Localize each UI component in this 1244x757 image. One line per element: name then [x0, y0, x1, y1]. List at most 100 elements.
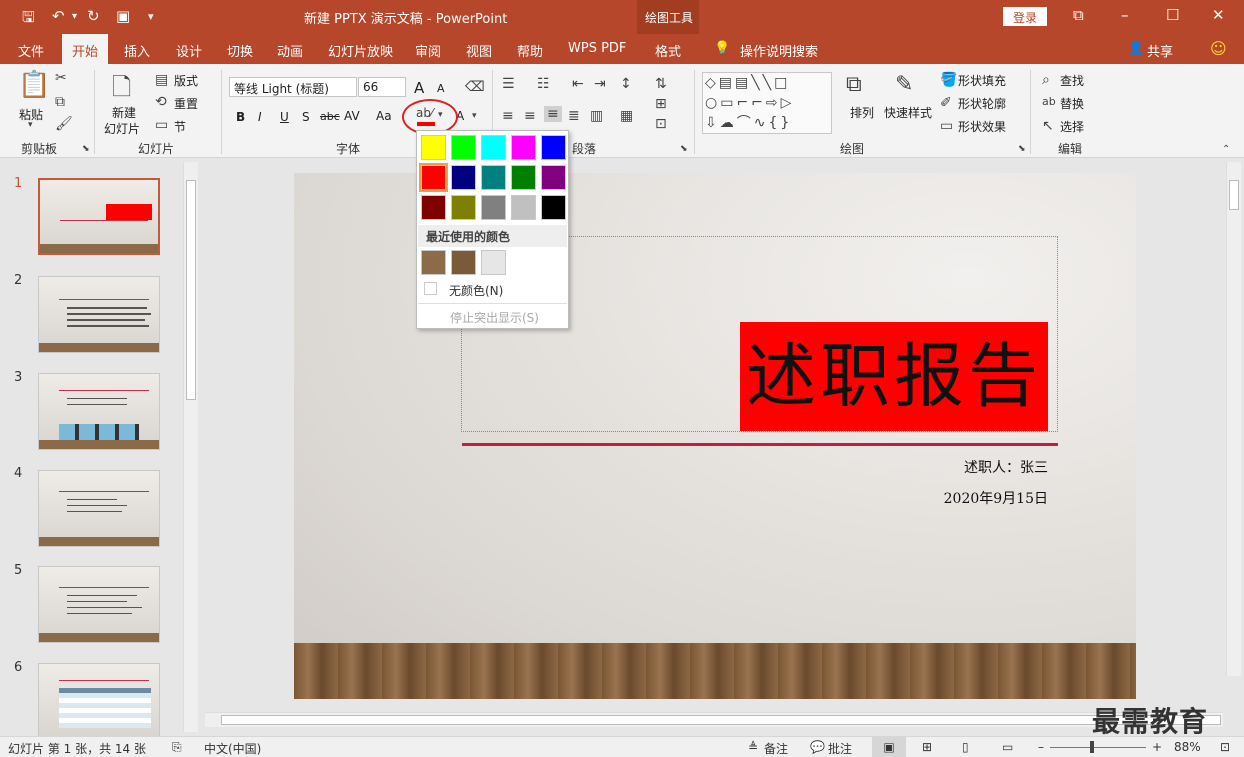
align-center-icon[interactable]: ≡ [524, 108, 536, 124]
font-color-dropdown-icon[interactable]: ▾ [472, 111, 477, 121]
grow-font-button[interactable]: A [414, 79, 424, 97]
paragraph-launcher-icon[interactable]: ⬊ [680, 144, 688, 154]
color-swatch[interactable] [481, 195, 506, 220]
zoom-slider-thumb[interactable] [1090, 741, 1094, 753]
distribute-icon[interactable]: ▥ [590, 108, 603, 124]
notes-icon[interactable]: ≜ [748, 740, 758, 754]
color-swatch[interactable] [451, 195, 476, 220]
accessibility-icon[interactable]: ⎘ [172, 740, 182, 755]
numbering-icon[interactable]: ☷ [537, 76, 550, 92]
reset-icon[interactable]: ⟲ [155, 94, 167, 110]
close-icon[interactable]: ✕ [1212, 6, 1225, 24]
color-swatch[interactable] [419, 163, 448, 192]
color-swatch[interactable] [481, 165, 506, 190]
slide-thumbnail-5[interactable] [38, 566, 160, 643]
color-swatch[interactable] [541, 165, 566, 190]
fit-slide-icon[interactable]: ⊡ [1220, 740, 1230, 754]
zoom-slider[interactable] [1050, 747, 1146, 748]
tab-format[interactable]: 格式 [655, 41, 681, 60]
quick-styles-button[interactable]: 快速样式 [884, 104, 932, 121]
ribbon-display-icon[interactable]: ⧉ [1073, 6, 1084, 24]
italic-button[interactable]: I [258, 110, 262, 124]
collapse-ribbon-icon[interactable]: ⌃ [1222, 144, 1230, 155]
decrease-indent-icon[interactable]: ⇤ [572, 76, 584, 92]
quick-styles-icon[interactable]: ✎ [895, 72, 913, 97]
arrange-icon[interactable]: ⧉ [846, 72, 862, 97]
maximize-icon[interactable]: ☐ [1166, 6, 1179, 24]
tab-wps-pdf[interactable]: WPS PDF [568, 41, 626, 56]
tab-insert[interactable]: 插入 [124, 41, 150, 60]
reset-button[interactable]: 重置 [174, 95, 198, 112]
columns-icon[interactable]: ▦ [620, 108, 633, 124]
slide-thumbnail-6[interactable] [38, 663, 160, 740]
paste-icon[interactable]: 📋 [18, 70, 50, 100]
replace-icon[interactable]: ab [1042, 95, 1056, 108]
save-icon[interactable]: 🖫 [22, 7, 35, 32]
justify-icon[interactable]: ≣ [568, 108, 580, 124]
undo-dropdown-icon[interactable]: ▾ [72, 11, 77, 22]
tab-review[interactable]: 审阅 [415, 41, 441, 60]
strikethrough-button[interactable]: abc [320, 110, 340, 123]
smiley-feedback-icon[interactable]: ☺ [1210, 39, 1227, 58]
shape-effects-button[interactable]: 形状效果 [958, 118, 1006, 135]
font-size-combo[interactable]: 66 [358, 77, 406, 97]
login-button[interactable]: 登录 [1003, 7, 1047, 26]
shape-gallery[interactable]: ◇▤▤╲╲□ ○▭⌐⌐⇨▷ ⇩☁⌒∿{} [702, 72, 832, 134]
color-swatch[interactable] [421, 135, 446, 160]
shrink-font-button[interactable]: A [437, 82, 445, 95]
underline-button[interactable]: U [280, 110, 289, 124]
shadow-button[interactable]: S [302, 110, 310, 124]
slide-thumbnail-3[interactable] [38, 373, 160, 450]
tab-view[interactable]: 视图 [466, 41, 492, 60]
thumbnail-scroll-thumb[interactable] [186, 180, 196, 400]
align-right-icon[interactable]: ≡ [544, 106, 562, 122]
layout-button[interactable]: 版式 [174, 72, 198, 89]
color-swatch[interactable] [451, 135, 476, 160]
change-case-button[interactable]: Aa [376, 109, 392, 123]
tab-animations[interactable]: 动画 [277, 41, 303, 60]
replace-button[interactable]: 替换 [1060, 95, 1084, 112]
drawing-launcher-icon[interactable]: ⬊ [1018, 144, 1026, 154]
comments-icon[interactable]: 💬 [810, 740, 825, 754]
reading-view-icon[interactable]: ▯ [962, 740, 969, 754]
layout-icon[interactable]: ▤ [155, 72, 168, 88]
shape-effects-icon[interactable]: ▭ [940, 118, 953, 134]
notes-button[interactable]: 备注 [764, 740, 788, 757]
zoom-in-icon[interactable]: + [1152, 740, 1162, 754]
date-text[interactable]: 2020年9月15日 [944, 488, 1048, 508]
slide-sorter-icon[interactable]: ⊞ [922, 740, 932, 754]
tab-slideshow[interactable]: 幻灯片放映 [328, 41, 393, 60]
recent-color-swatch[interactable] [481, 250, 506, 275]
cut-icon[interactable]: ✂ [55, 70, 67, 86]
comments-button[interactable]: 批注 [828, 740, 852, 757]
section-icon[interactable]: ▭ [155, 117, 168, 133]
select-button[interactable]: 选择 [1060, 118, 1084, 135]
clipboard-launcher-icon[interactable]: ⬊ [82, 144, 90, 154]
align-text-icon[interactable]: ⊞ [655, 96, 667, 112]
slide-thumbnail-4[interactable] [38, 470, 160, 547]
shape-outline-button[interactable]: 形状轮廓 [958, 95, 1006, 112]
align-left-icon[interactable]: ≡ [502, 108, 514, 124]
copy-icon[interactable]: ⧉ [55, 94, 65, 110]
zoom-level[interactable]: 88% [1174, 740, 1201, 754]
minimize-icon[interactable]: – [1121, 6, 1129, 24]
bold-button[interactable]: B [236, 110, 245, 124]
h-scroll-thumb[interactable] [221, 715, 1221, 725]
tell-me-search[interactable]: 操作说明搜索 [740, 41, 818, 60]
tab-help[interactable]: 帮助 [517, 41, 543, 60]
color-swatch[interactable] [511, 135, 536, 160]
arrange-button[interactable]: 排列 [850, 104, 874, 121]
find-icon[interactable]: ⌕ [1042, 72, 1050, 88]
tab-home[interactable]: 开始 [62, 34, 109, 64]
section-button[interactable]: 节 [174, 118, 186, 135]
zoom-out-icon[interactable]: – [1038, 740, 1044, 754]
paste-dropdown-icon[interactable]: ▾ [28, 120, 33, 130]
new-slide-label-1[interactable]: 新建 [112, 104, 136, 121]
language-indicator[interactable]: 中文(中国) [204, 740, 261, 757]
clear-format-icon[interactable]: ⌫ [465, 79, 485, 95]
increase-indent-icon[interactable]: ⇥ [594, 76, 606, 92]
slide-thumbnail-2[interactable] [38, 276, 160, 353]
find-button[interactable]: 查找 [1060, 72, 1084, 89]
share-button[interactable]: 共享 [1147, 41, 1173, 60]
slide-thumbnail-1[interactable] [38, 178, 160, 255]
